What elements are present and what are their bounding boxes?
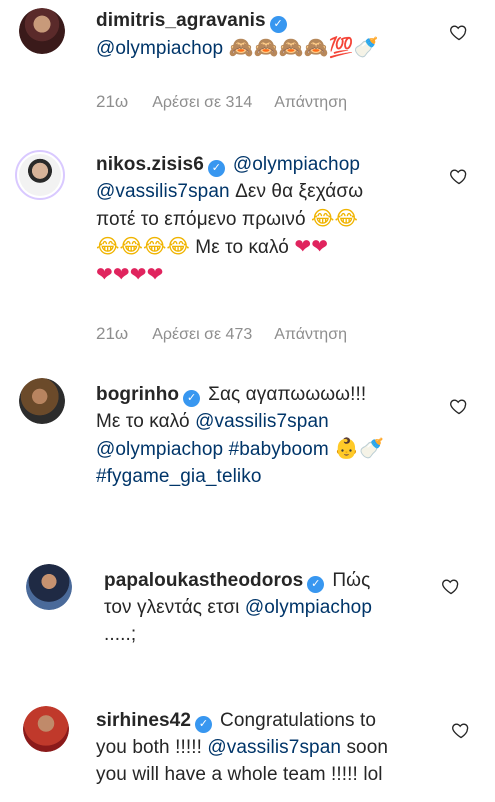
comment-body: Με το καλό [195,237,289,258]
comment-body: you will have a whole team !!!!! lol [96,764,383,785]
emoji-sequence: ❤❤ [294,234,329,258]
heart-outline-icon[interactable] [449,22,469,42]
timestamp[interactable]: 21ω [96,92,128,111]
reply-button[interactable]: Απάντηση [274,94,347,111]
likes-count[interactable]: Αρέσει σε 314 [152,94,252,111]
comment-body: you both !!!!! [96,737,202,758]
heart-outline-icon[interactable] [449,396,469,416]
username[interactable]: papaloukastheodoros [104,570,303,591]
comment-meta: 21ω Αρέσει σε 314 Απάντηση [96,92,369,113]
verified-badge-icon: ✓ [307,576,325,593]
hashtag[interactable]: #fygame_gia_teliko [96,466,262,487]
reply-button[interactable]: Απάντηση [274,326,347,343]
comment-body: Πώς [332,570,371,591]
avatar[interactable] [23,706,69,752]
mention[interactable]: @vassilis7span [96,181,230,202]
comment-text: dimitris_agravanis ✓ @olympiachop 🙈🙈🙈🙈💯🍼 [96,7,436,62]
mention[interactable]: @olympiachop [233,154,360,175]
avatar-image [19,154,61,196]
verified-badge-icon: ✓ [195,716,212,733]
comment-text: papaloukastheodoros ✓ Πώς τον γλεντάς ετσι… [104,567,444,648]
comment-meta: 21ω Αρέσει σε 473 Απάντηση [96,324,369,345]
verified-badge-icon: ✓ [207,160,225,177]
comment-body: Congratulations to [220,710,377,731]
mention[interactable]: @vassilis7span [207,737,341,758]
username[interactable]: sirhines42 [96,710,191,731]
avatar[interactable] [15,150,65,200]
username[interactable]: nikos.zisis6 [96,154,204,175]
emoji-sequence: 😂😂 [311,206,358,230]
comment-body: Δεν θα ξεχάσω [235,181,364,202]
mention[interactable]: @olympiachop [245,597,372,618]
mention[interactable]: @olympiachop [96,38,223,59]
avatar[interactable] [19,8,65,54]
avatar-image [19,378,65,424]
likes-count[interactable]: Αρέσει σε 473 [152,326,252,343]
heart-outline-icon[interactable] [449,166,469,186]
avatar-image [23,706,69,752]
comment: sirhines42 ✓ Congratulations to you both !… [0,698,495,802]
comment: nikos.zisis6 ✓ @olympiachop @vassilis7span… [0,140,495,360]
comment: dimitris_agravanis ✓ @olympiachop 🙈🙈🙈🙈💯🍼 … [0,0,495,125]
emoji-sequence: 🙈🙈🙈🙈💯🍼 [228,35,379,59]
verified-badge-icon: ✓ [183,390,201,407]
emoji-sequence: ❤❤❤❤ [96,262,164,286]
comment-text: sirhines42 ✓ Congratulations to you both !… [96,707,446,788]
mention[interactable]: @vassilis7span [195,411,329,432]
avatar-image [19,8,65,54]
heart-outline-icon[interactable] [441,576,461,596]
hashtag[interactable]: #babyboom [229,439,329,460]
emoji-sequence: 👶🍼 [334,436,385,460]
avatar[interactable] [26,564,72,610]
comment-body: soon [346,737,389,758]
comment: papaloukastheodoros ✓ Πώς τον γλεντάς ετσι… [0,556,495,656]
comment-text: nikos.zisis6 ✓ @olympiachop @vassilis7span… [96,151,436,289]
comment-body: τον γλεντάς ετσι [104,597,240,618]
timestamp[interactable]: 21ω [96,324,128,343]
emoji-sequence: 😂😂😂😂 [96,234,190,258]
comment-body: Σας αγαπωωωω!!! [208,384,367,405]
heart-outline-icon[interactable] [451,720,471,740]
verified-badge-icon: ✓ [269,16,287,33]
avatar-image [26,564,72,610]
comment-text: bogrinho ✓ Σας αγαπωωωω!!! Με το καλό @vas… [96,381,436,490]
comment-body: .....; [104,624,137,645]
comment-body: ποτέ το επόμενο πρωινό [96,209,306,230]
mention[interactable]: @olympiachop [96,439,223,460]
username[interactable]: bogrinho [96,384,179,405]
comment: bogrinho ✓ Σας αγαπωωωω!!! Με το καλό @vas… [0,370,495,520]
avatar[interactable] [19,378,65,424]
username[interactable]: dimitris_agravanis [96,10,266,31]
comment-body: Με το καλό [96,411,190,432]
